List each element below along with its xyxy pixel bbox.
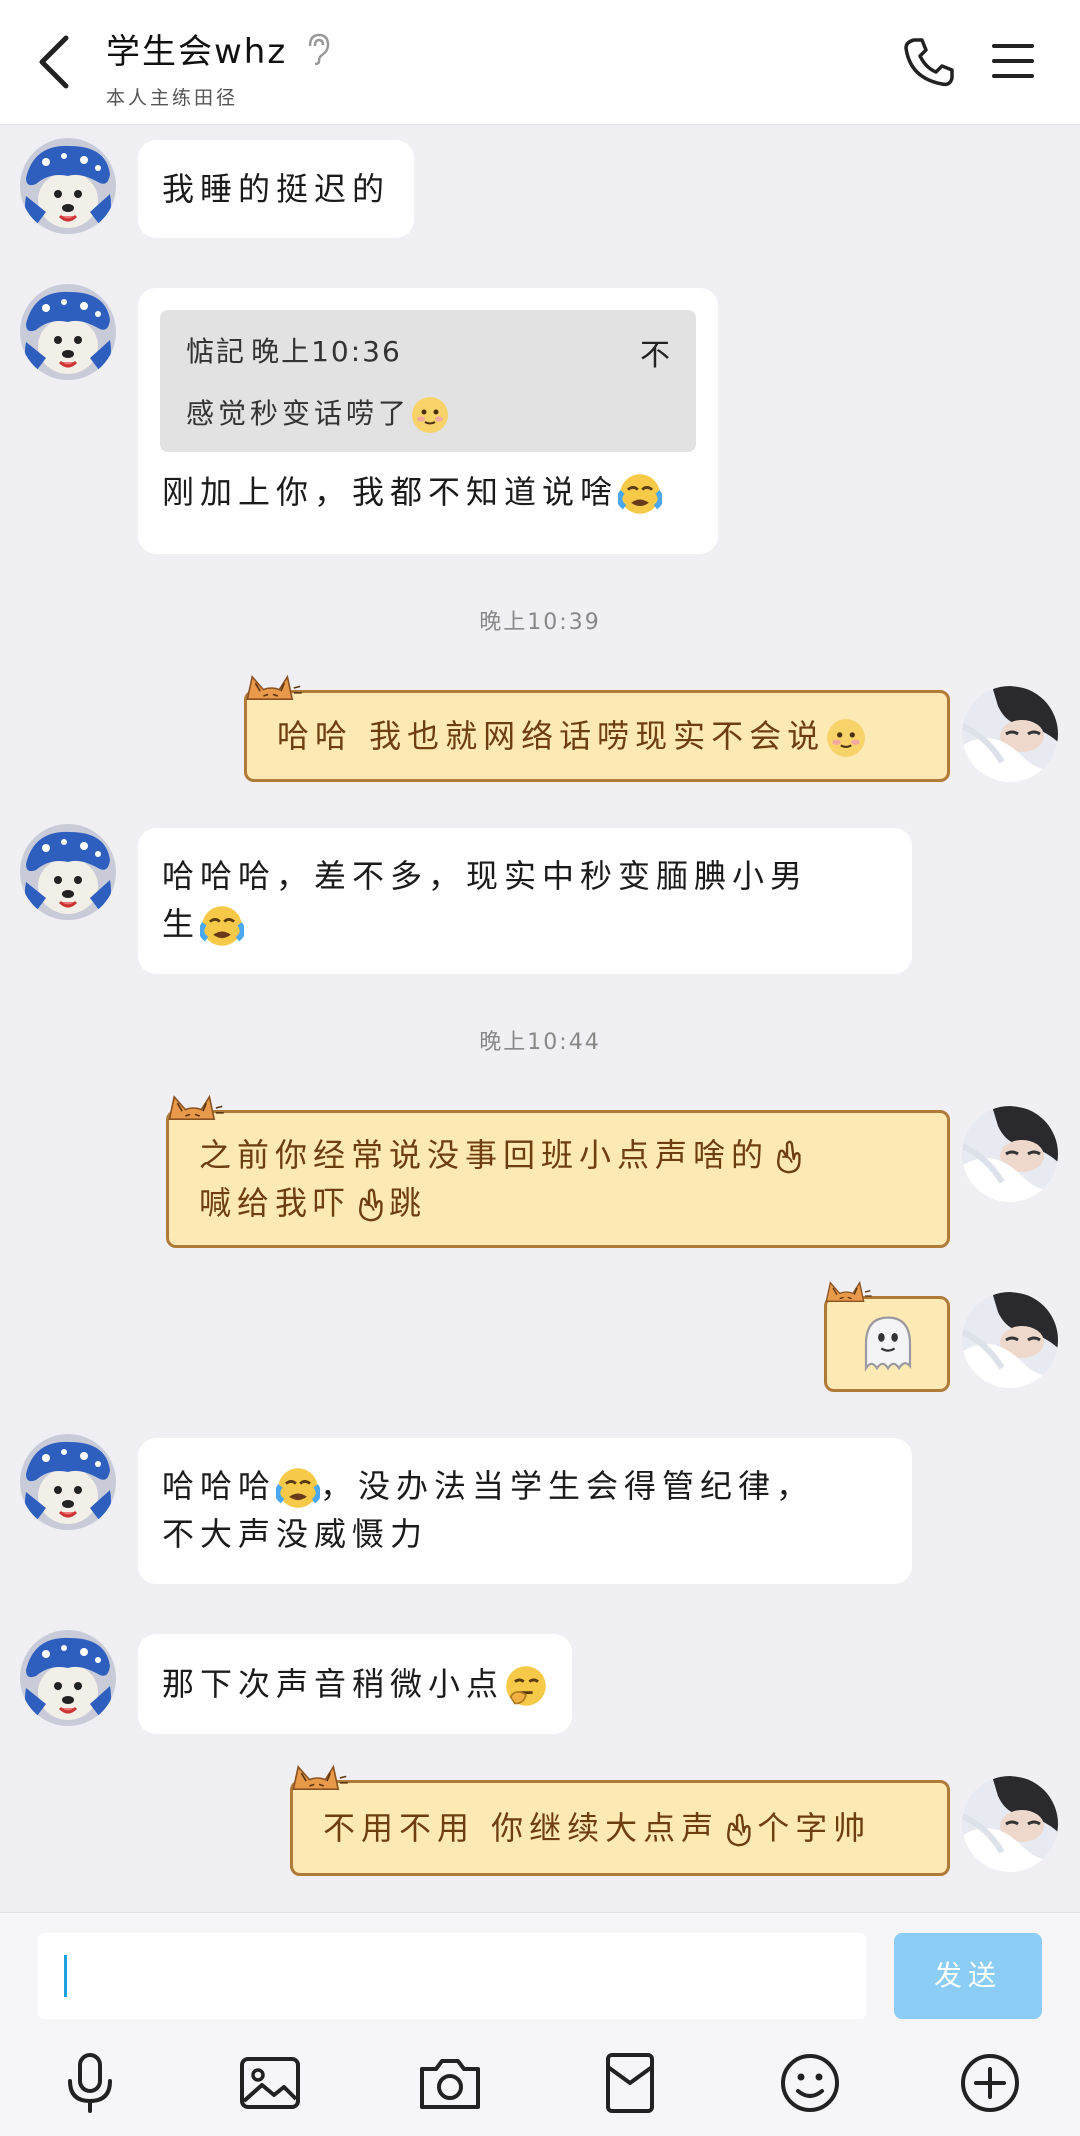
hand-emoji-icon	[719, 1811, 757, 1849]
message-text-wrap: 刚加上你，我都不知道说啥	[138, 468, 662, 516]
contact-avatar[interactable]	[20, 824, 116, 920]
message-text-line-2: 喊给我吓	[199, 1184, 352, 1222]
chat-header: 学生会whz 本人主练田径	[0, 0, 1080, 125]
plus-icon[interactable]	[954, 2047, 1026, 2119]
cat-ears-decoration	[163, 1091, 235, 1125]
crying-emoji-icon	[618, 472, 662, 516]
message-timestamp: 晚上10:39	[479, 610, 601, 635]
chat-title: 学生会whz	[106, 32, 288, 72]
message-text-line-2b: 跳	[389, 1184, 428, 1222]
image-icon[interactable]	[234, 2047, 306, 2119]
send-button[interactable]: 发送	[894, 1933, 1042, 2019]
contact-avatar[interactable]	[20, 1630, 116, 1726]
message-text: 我睡的挺迟的	[162, 170, 391, 208]
message-text: 那下次声音稍微小点	[162, 1665, 505, 1703]
message-text-line-2: 生	[162, 905, 201, 943]
crying-emoji-icon	[200, 904, 244, 948]
message-text-line-1: 之前你经常说没事回班小点声啥的	[199, 1136, 770, 1174]
self-avatar[interactable]	[962, 1292, 1058, 1388]
hand-emoji-icon	[351, 1186, 389, 1224]
message-bubble-self[interactable]	[824, 1296, 950, 1392]
cat-ears-decoration	[287, 1761, 359, 1795]
message-text-line-1a: 哈哈哈	[162, 1467, 277, 1505]
emoji-icon[interactable]	[774, 2047, 846, 2119]
quoted-message[interactable]: 惦記 晚上10:36 不 感觉秒变话唠了	[160, 310, 696, 452]
microphone-icon[interactable]	[54, 2047, 126, 2119]
self-avatar[interactable]	[962, 686, 1058, 782]
message-bubble[interactable]: 我睡的挺迟的	[138, 140, 415, 238]
ear-icon	[309, 33, 330, 65]
title-area[interactable]: 学生会whz 本人主练田径	[106, 24, 332, 110]
contact-avatar[interactable]	[20, 1434, 116, 1530]
message-bubble-self[interactable]: 不用不用 你继续大点声 个字帅	[290, 1780, 950, 1876]
message-input[interactable]	[38, 1933, 866, 2019]
camera-icon[interactable]	[414, 2047, 486, 2119]
menu-icon[interactable]	[990, 38, 1036, 84]
text-caret	[64, 1955, 67, 1997]
message-text-tail: 个字帅	[757, 1809, 872, 1847]
message-timestamp: 晚上10:44	[479, 1030, 601, 1055]
chat-subtitle: 本人主练田径	[106, 87, 239, 109]
red-packet-icon[interactable]	[594, 2047, 666, 2119]
self-avatar[interactable]	[962, 1106, 1058, 1202]
message-bubble-self[interactable]: 之前你经常说没事回班小点声啥的 喊给我吓跳	[166, 1110, 950, 1248]
message-bubble[interactable]: 那下次声音稍微小点	[138, 1634, 573, 1734]
message-text-line-2: 不大声没威慑力	[162, 1515, 429, 1553]
ghost-emoji-icon	[855, 1311, 921, 1377]
contact-avatar[interactable]	[20, 138, 116, 234]
message-bubble[interactable]: 哈哈哈 ，没办法当学生会得管纪律， 不大声没威慑力	[138, 1438, 912, 1584]
input-bar: 发送	[0, 1912, 1080, 2136]
message-text: 不用不用 你继续大点声	[323, 1809, 720, 1847]
shy-emoji-icon	[504, 1664, 548, 1708]
quote-text: 感觉秒变话唠了	[186, 397, 411, 430]
crying-emoji-icon	[276, 1466, 320, 1510]
quote-time: 晚上10:36	[251, 335, 402, 368]
smile-emoji-icon	[825, 717, 867, 759]
phone-icon[interactable]	[900, 34, 956, 90]
message-text: 刚加上你，我都不知道说啥	[162, 473, 619, 511]
cat-ears-decoration	[821, 1277, 881, 1307]
smile-emoji-icon	[410, 395, 450, 435]
cat-ears-decoration	[241, 671, 313, 705]
quote-close-mark: 不	[640, 338, 670, 373]
message-bubble-self[interactable]: 哈哈 我也就网络话唠现实不会说	[244, 690, 950, 782]
self-avatar[interactable]	[962, 1776, 1058, 1872]
back-arrow-icon[interactable]	[30, 30, 80, 94]
message-text-line-1b: ，没办法当学生会得管纪律，	[320, 1467, 815, 1505]
message-bubble[interactable]: 哈哈哈，差不多，现实中秒变腼腆小男 生	[138, 828, 912, 974]
contact-avatar[interactable]	[20, 284, 116, 380]
message-text: 哈哈 我也就网络话唠现实不会说	[277, 717, 826, 755]
hand-emoji-icon	[769, 1138, 807, 1176]
quote-author: 惦記	[186, 335, 247, 368]
message-text-line-1: 哈哈哈，差不多，现实中秒变腼腆小男	[162, 857, 809, 895]
